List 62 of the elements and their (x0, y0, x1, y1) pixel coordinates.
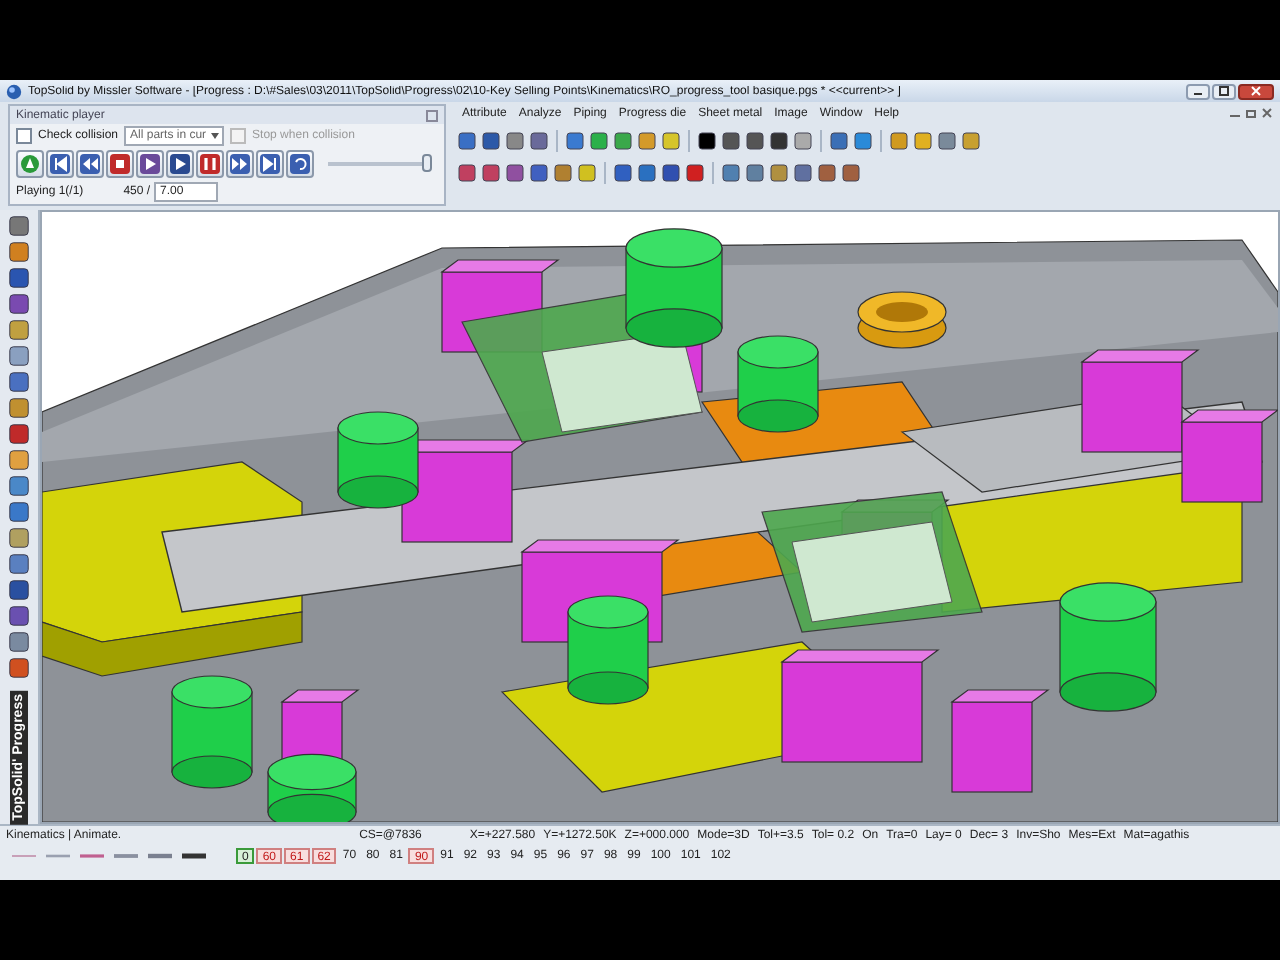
tool-icon[interactable] (6, 603, 32, 628)
tool-icon[interactable] (6, 655, 32, 680)
tool-icon[interactable] (6, 214, 32, 238)
tool-icon[interactable] (456, 129, 478, 151)
app-logo-icon (6, 83, 22, 99)
pause-icon (200, 154, 220, 174)
tool-icon[interactable] (6, 421, 32, 446)
close-icon (1250, 86, 1262, 96)
player-button[interactable] (136, 150, 164, 178)
play-icon (170, 154, 190, 174)
player-button[interactable] (46, 150, 74, 178)
line-style-icon[interactable] (180, 850, 208, 862)
tool-icon[interactable] (768, 129, 790, 151)
minimize-button[interactable] (1186, 83, 1210, 99)
tool-icon[interactable] (636, 161, 658, 183)
rewind-icon (80, 154, 100, 174)
go-icon (20, 154, 40, 174)
maximize-icon (1218, 86, 1230, 96)
skip-back-icon (50, 154, 70, 174)
forward-icon (230, 154, 250, 174)
loop-icon (290, 154, 310, 174)
restore-icon[interactable] (1244, 106, 1258, 120)
player-button[interactable] (226, 150, 254, 178)
tool-icon[interactable] (480, 129, 502, 151)
step-icon (140, 154, 160, 174)
player-button[interactable] (256, 150, 284, 178)
maximize-button[interactable] (1212, 83, 1236, 99)
tool-icon[interactable] (660, 161, 682, 183)
tool-icon[interactable] (6, 291, 32, 316)
player-button[interactable] (196, 150, 224, 178)
tool-icon[interactable] (6, 265, 32, 290)
caret-icon (210, 132, 221, 140)
player-button[interactable] (106, 150, 134, 178)
tool-icon[interactable] (612, 161, 634, 183)
player-button[interactable] (16, 150, 44, 178)
tool-icon[interactable] (816, 161, 838, 183)
tool-icon[interactable] (744, 129, 766, 151)
checkbox[interactable] (16, 128, 32, 144)
close-button[interactable] (1238, 83, 1274, 99)
player-button[interactable] (166, 150, 194, 178)
close-icon[interactable] (1260, 106, 1274, 120)
tool-icon[interactable] (480, 161, 502, 183)
tool-icon[interactable] (504, 161, 526, 183)
tool-icon[interactable] (6, 577, 32, 602)
tool-icon[interactable] (792, 161, 814, 183)
slider-thumb[interactable] (421, 154, 432, 172)
tool-icon[interactable] (528, 129, 550, 151)
tool-icon[interactable] (6, 551, 32, 576)
pin-icon[interactable] (426, 109, 438, 121)
tool-icon[interactable] (840, 161, 862, 183)
tool-icon[interactable] (828, 129, 850, 151)
player-button[interactable] (76, 150, 104, 178)
stop-icon (110, 154, 130, 174)
tool-icon[interactable] (684, 161, 706, 183)
tool-icon[interactable] (6, 499, 32, 524)
tool-icon[interactable] (720, 129, 742, 151)
skip-end-icon (260, 154, 280, 174)
tool-icon[interactable] (456, 161, 478, 183)
tool-icon[interactable] (6, 369, 32, 394)
player-button[interactable] (286, 150, 314, 178)
tool-icon[interactable] (528, 161, 550, 183)
tool-icon[interactable] (696, 129, 718, 151)
